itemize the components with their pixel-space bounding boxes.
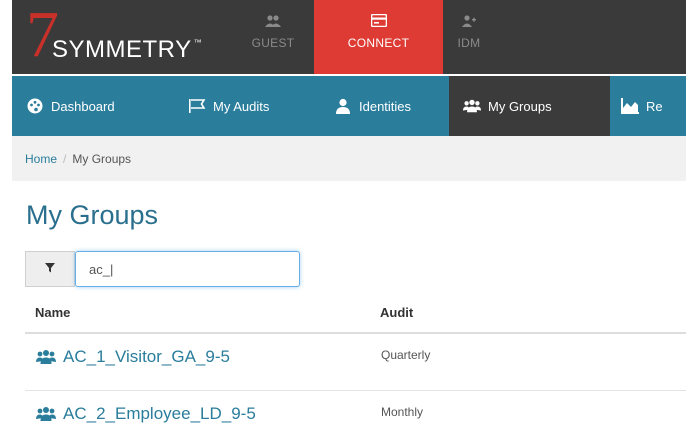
module-idm[interactable]: IDM	[443, 0, 495, 74]
group-name-link[interactable]: AC_2_Employee_LD_9-5	[35, 404, 256, 424]
group-name-text: AC_1_Visitor_GA_9-5	[63, 347, 230, 366]
page-title: My Groups	[26, 200, 159, 230]
nav-identities[interactable]: Identities	[334, 76, 411, 136]
symmetry-logo[interactable]: 7 SYMMETRY ™	[12, 0, 234, 74]
audit-frequency: Quarterly	[381, 348, 431, 362]
chart-icon	[621, 98, 639, 114]
group-name-text: AC_2_Employee_LD_9-5	[63, 404, 256, 423]
table-row: AC_1_Visitor_GA_9-5 Quarterly	[25, 334, 686, 391]
breadcrumb-current: My Groups	[72, 151, 132, 166]
table-header: Name Audit	[25, 296, 686, 334]
nav-dashboard[interactable]: Dashboard	[26, 76, 115, 136]
logo-text: SYMMETRY	[52, 36, 192, 63]
module-guest-label: GUEST	[251, 36, 295, 50]
trademark-symbol: ™	[193, 38, 203, 47]
user-icon	[334, 98, 352, 114]
group-icon	[35, 349, 59, 365]
nav-reports-label: Re	[646, 98, 663, 114]
nav-my-audits-label: My Audits	[213, 98, 270, 114]
nav-dashboard-label: Dashboard	[51, 98, 115, 114]
users-icon	[232, 14, 314, 32]
breadcrumb-home-link[interactable]: Home	[25, 152, 57, 166]
group-icon	[35, 406, 59, 422]
filter-button[interactable]	[25, 251, 75, 287]
module-connect-label: CONNECT	[347, 36, 410, 50]
audit-frequency: Monthly	[381, 405, 424, 419]
user-plus-icon	[443, 14, 495, 32]
nav-my-groups-label: My Groups	[488, 98, 552, 114]
nav-my-groups[interactable]: My Groups	[449, 76, 610, 136]
palette-icon	[26, 98, 44, 114]
module-connect[interactable]: CONNECT	[314, 0, 443, 74]
nav-reports[interactable]: Re	[621, 76, 663, 136]
group-icon	[463, 98, 481, 114]
filter-input[interactable]	[75, 251, 300, 287]
nav-my-audits[interactable]: My Audits	[188, 76, 269, 136]
column-header-name[interactable]: Name	[35, 305, 70, 320]
nav-identities-label: Identities	[359, 98, 412, 114]
top-bar: 7 SYMMETRY ™ GUEST CONNECT IDM	[12, 0, 686, 74]
logo-wordmark: SYMMETRY ™	[52, 36, 202, 64]
card-icon	[314, 13, 443, 32]
main-nav: Dashboard My Audits Identities My Groups…	[12, 76, 686, 136]
module-idm-label: IDM	[457, 36, 481, 50]
flag-icon	[188, 98, 206, 114]
table-row: AC_2_Employee_LD_9-5 Monthly	[25, 391, 686, 437]
module-guest[interactable]: GUEST	[232, 0, 314, 74]
group-name-link[interactable]: AC_1_Visitor_GA_9-5	[35, 347, 230, 367]
filter-icon	[45, 260, 55, 278]
column-header-audit[interactable]: Audit	[380, 305, 413, 320]
breadcrumb-separator: /	[63, 151, 67, 166]
breadcrumb: Home / My Groups	[12, 136, 686, 181]
